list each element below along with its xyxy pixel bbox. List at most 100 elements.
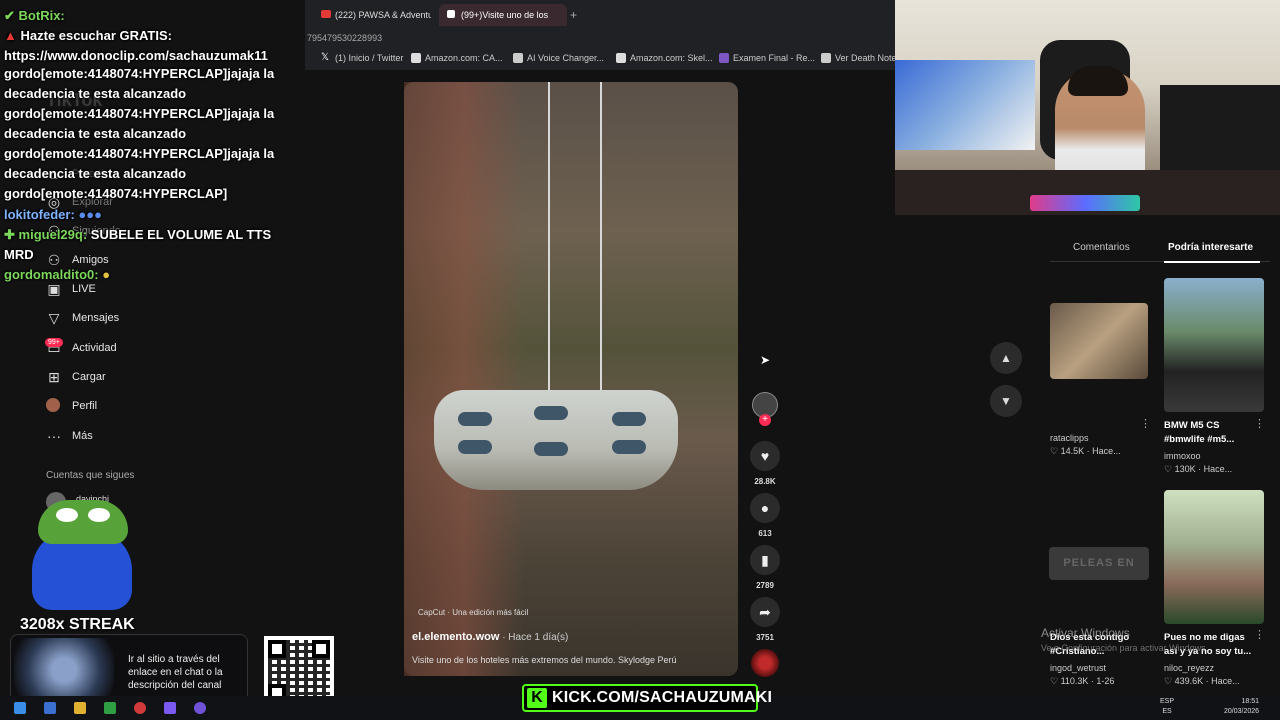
video-thumbnail[interactable] [1164, 490, 1264, 624]
share-button[interactable]: ➦ [750, 597, 780, 627]
music-disc-icon[interactable] [751, 649, 779, 677]
activity-badge: 99+ [45, 338, 63, 347]
card-user[interactable]: immoxoo [1164, 451, 1201, 461]
url-bar[interactable]: 795479530228993 [305, 30, 895, 48]
mouse-cursor-icon: ➤ [760, 353, 771, 367]
bookmarks-bar: 𝕏 (1) Inicio / Twitter Amazon.com: CA... … [305, 48, 897, 70]
youtube-icon [321, 10, 331, 18]
video-caption: Visite uno de los hoteles más extremos d… [412, 655, 677, 665]
webcam-keyboard [1030, 195, 1140, 211]
comment-button[interactable]: ● [750, 493, 780, 523]
new-tab-button[interactable]: + [570, 8, 577, 22]
clock-date: 20/03/2026 [1224, 708, 1260, 715]
system-clock[interactable]: 18:51 20/03/2026 [1224, 697, 1259, 717]
share-count: 3751 [756, 633, 774, 642]
bookmark-label: Examen Final - Re... [733, 53, 816, 63]
video-date: · Hace 1 día(s) [499, 632, 569, 643]
card-stats: ♡ 439.6K · Hace... [1164, 676, 1240, 686]
sidebar-item-cargar[interactable]: ⊞ Cargar [46, 369, 106, 385]
bookmark-label: Ver Death Note [835, 53, 897, 63]
browser-tab-youtube[interactable]: (222) PAWSA & Adventure [313, 4, 431, 26]
language-indicator[interactable]: ESP ES [1160, 697, 1174, 717]
card-user[interactable]: niloc_reyezz [1164, 663, 1214, 673]
stream-chat-overlay: ✔ BotRix: ▲ Hazte escuchar GRATIS: https… [0, 0, 305, 290]
amazon-icon [411, 53, 421, 63]
share-icon: ➦ [759, 604, 771, 620]
card-stats: ♡ 14.5K · Hace... [1050, 446, 1121, 456]
taskbar-app-icon[interactable] [164, 702, 176, 714]
amazon-icon [616, 53, 626, 63]
browser-tab-tiktok[interactable]: (99+)Visite uno de los [439, 4, 567, 26]
pod-window [612, 412, 646, 426]
sidebar-item-mas[interactable]: ··· Más [46, 428, 93, 444]
chat-line: gordomaldito0: ● [4, 267, 110, 282]
video-author[interactable]: el.elemento.wow · Hace 1 día(s) [412, 631, 568, 643]
kick-logo-icon: K [527, 688, 547, 708]
bookmark-amazon-2[interactable]: Amazon.com: Skel... [616, 53, 713, 63]
chrome-icon[interactable] [134, 702, 146, 714]
chat-line: decadencia te esta alcanzado [4, 126, 187, 141]
emote-icon: ● [102, 267, 111, 282]
alarm-icon: ▲ [4, 28, 17, 43]
lang-sub: ES [1162, 708, 1172, 715]
messages-icon: ▽ [48, 310, 60, 326]
tab-podria-interesarte[interactable]: Podría interesarte [1168, 242, 1253, 253]
previous-video-button[interactable]: ▲ [990, 342, 1022, 374]
activate-windows-subtitle: Ve a Configuración para activar Windows. [1041, 643, 1209, 653]
folder-icon[interactable] [74, 702, 86, 714]
pod-window [458, 440, 492, 454]
sidebar-item-mensajes[interactable]: ▽ Mensajes [46, 310, 119, 326]
chevron-down-icon: ▼ [1000, 394, 1012, 408]
promo-image [14, 638, 114, 702]
bookmark-label: AI Voice Changer... [527, 53, 605, 63]
bookmark-label: Amazon.com: CA... [425, 53, 503, 63]
next-video-button[interactable]: ▼ [990, 385, 1022, 417]
tab-comentarios[interactable]: Comentarios [1073, 242, 1130, 253]
webcam-streamer-hair [1068, 66, 1128, 96]
sidebar-item-perfil[interactable]: Perfil [46, 398, 97, 412]
comment-count: 613 [758, 529, 772, 538]
card-user[interactable]: ingod_wetrust [1050, 663, 1106, 673]
taskbar-app-icon[interactable] [44, 702, 56, 714]
video-cliff [404, 82, 524, 676]
discord-icon[interactable] [194, 702, 206, 714]
check-icon: ✔ [4, 8, 15, 23]
video-cable [600, 82, 602, 392]
bookmark-amazon-1[interactable]: Amazon.com: CA... [411, 53, 503, 63]
promo-text: Ir al sitio a través del enlace en el ch… [128, 654, 223, 691]
chat-username: BotRix: [18, 8, 65, 23]
more-options-icon[interactable]: ⋮ [1140, 417, 1151, 430]
pod-window [458, 412, 492, 426]
card-title[interactable]: BMW M5 CS #bmwlife #m5... [1164, 419, 1256, 447]
save-button[interactable]: ▮ [750, 545, 780, 575]
chat-line: https://www.donoclip.com/sachauzumak11 [4, 48, 268, 63]
video-thumbnail[interactable] [1050, 303, 1148, 379]
sidebar-item-label: Cargar [72, 371, 106, 383]
chat-text: Hazte escuchar GRATIS: [20, 28, 172, 43]
chat-line: ✚ miguel29q: SUBELE EL VOLUME AL TTS [4, 227, 271, 243]
follow-plus-icon[interactable]: + [759, 414, 771, 426]
bookmark-ai-voice[interactable]: AI Voice Changer... [513, 53, 604, 63]
chat-line: lokitofeder: ●●● [4, 207, 102, 222]
like-count: 28.8K [754, 477, 776, 486]
bookmark-death-note[interactable]: Ver Death Note [821, 53, 897, 63]
profile-icon [46, 398, 60, 412]
like-button[interactable]: ♥ [750, 441, 780, 471]
chevron-up-icon: ▲ [1000, 351, 1012, 365]
chat-line: gordo[emote:4148074:HYPERCLAP]jajaja la [4, 146, 275, 161]
bookmark-examen[interactable]: Examen Final - Re... [719, 53, 815, 63]
doc-icon [513, 53, 523, 63]
comment-icon: ● [760, 500, 770, 516]
card-user[interactable]: rataclipps [1050, 433, 1089, 443]
windows-start-icon[interactable] [14, 702, 26, 714]
taskbar-app-icon[interactable] [104, 702, 116, 714]
chat-line: MRD [4, 247, 34, 262]
form-icon [719, 53, 729, 63]
bookmark-twitter[interactable]: 𝕏 (1) Inicio / Twitter [321, 53, 403, 64]
bookmark-icon: ▮ [761, 552, 769, 568]
thumbnail-text: PELEAS EN [1063, 557, 1135, 569]
video-thumbnail[interactable] [1164, 278, 1264, 412]
pepe-eye [88, 508, 110, 522]
chat-line: ▲ Hazte escuchar GRATIS: [4, 28, 172, 43]
video-thumbnail[interactable]: PELEAS EN [1049, 547, 1149, 580]
